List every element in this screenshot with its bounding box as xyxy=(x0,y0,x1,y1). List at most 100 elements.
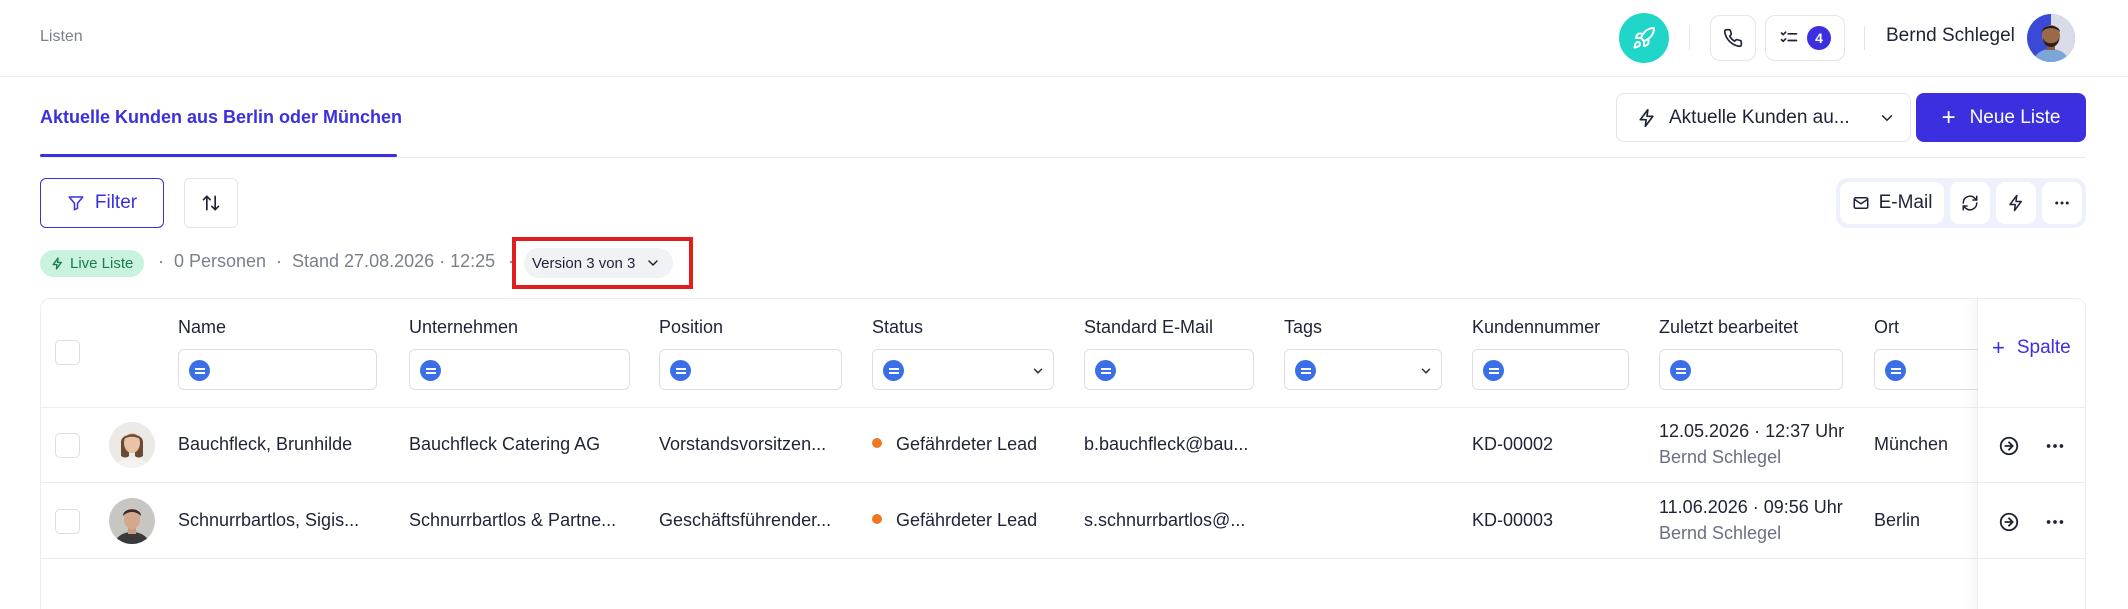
row-checkbox[interactable] xyxy=(55,433,80,458)
highlight-box xyxy=(512,237,693,289)
list-select-dropdown[interactable]: Aktuelle Kunden au... xyxy=(1616,93,1911,142)
refresh-button[interactable] xyxy=(1950,182,1990,224)
sort-button[interactable] xyxy=(184,178,238,228)
cell-customer-number: KD-00002 xyxy=(1472,434,1554,454)
filter-email-input[interactable] xyxy=(1084,349,1254,390)
sort-arrows-icon xyxy=(202,195,220,211)
action-group: E-Mail xyxy=(1836,178,2086,228)
bolt-icon xyxy=(52,257,62,270)
equals-icon xyxy=(670,360,691,381)
live-list-badge: Live Liste xyxy=(40,250,145,277)
rocket-button[interactable] xyxy=(1619,13,1669,63)
row-more-icon[interactable] xyxy=(2044,435,2066,457)
user-name[interactable]: Bernd Schlegel xyxy=(1886,25,2015,47)
column-header-customer-number[interactable]: Kundennummer xyxy=(1472,317,1600,338)
email-label: E-Mail xyxy=(1878,192,1933,213)
list-select-label: Aktuelle Kunden au... xyxy=(1669,106,1850,128)
filter-city-input[interactable] xyxy=(1874,349,1994,390)
filter-customer-number-input[interactable] xyxy=(1472,349,1629,390)
row-checkbox[interactable] xyxy=(55,509,80,534)
persons-count: 0 Personen xyxy=(174,251,267,271)
cell-last-edited-by: Bernd Schlegel xyxy=(1659,447,1782,467)
filter-company-input[interactable] xyxy=(409,349,630,390)
status-dot xyxy=(872,438,882,449)
column-header-last-edited[interactable]: Zuletzt bearbeitet xyxy=(1659,317,1798,338)
equals-icon xyxy=(883,360,904,381)
add-column-label: Spalte xyxy=(2016,337,2071,358)
chevron-down-icon xyxy=(1881,115,1893,122)
add-column-button[interactable]: + Spalte xyxy=(1992,337,2071,359)
sticky-actions-column: + Spalte xyxy=(1977,299,2085,609)
plus-icon: + xyxy=(1992,335,2005,360)
checklist-icon xyxy=(1780,31,1798,43)
cell-status: Gefährdeter Lead xyxy=(872,434,1037,455)
breadcrumb[interactable]: Listen xyxy=(40,28,83,46)
divider xyxy=(1689,26,1690,50)
status-dot xyxy=(872,514,882,525)
column-header-status[interactable]: Status xyxy=(872,317,923,338)
chevron-down-icon xyxy=(1421,368,1431,374)
cell-last-edited-by: Bernd Schlegel xyxy=(1659,523,1782,543)
top-bar: Listen 4 Bernd Schlegel xyxy=(0,0,2128,77)
divider xyxy=(1864,26,1865,50)
plus-icon: + xyxy=(1941,103,1956,131)
divider xyxy=(1978,407,2085,408)
filter-tags-select[interactable] xyxy=(1284,349,1442,390)
contact-avatar xyxy=(109,422,155,468)
bolt-icon xyxy=(1639,108,1654,127)
mail-icon xyxy=(1853,197,1869,209)
divider xyxy=(41,407,2085,408)
cell-status: Gefährdeter Lead xyxy=(872,510,1037,531)
customer-table: Name Unternehmen Position Status Standar… xyxy=(40,298,2086,609)
chevron-down-icon xyxy=(1033,368,1043,374)
tab-active-list[interactable]: Aktuelle Kunden aus Berlin oder München xyxy=(40,107,402,128)
tasks-button[interactable]: 4 xyxy=(1765,15,1845,61)
open-record-icon[interactable] xyxy=(1998,511,2020,533)
row-more-icon[interactable] xyxy=(2044,511,2066,533)
equals-icon xyxy=(1483,360,1504,381)
automation-button[interactable] xyxy=(1996,182,2036,224)
divider xyxy=(40,157,2086,158)
more-horizontal-icon xyxy=(2055,201,2069,205)
cell-city: München xyxy=(1874,434,1949,454)
filter-position-input[interactable] xyxy=(659,349,842,390)
live-list-label: Live Liste xyxy=(70,255,134,272)
equals-icon xyxy=(189,360,210,381)
filter-name-input[interactable] xyxy=(178,349,377,390)
more-button[interactable] xyxy=(2042,182,2082,224)
column-header-tags[interactable]: Tags xyxy=(1284,317,1322,338)
column-header-email[interactable]: Standard E-Mail xyxy=(1084,317,1213,338)
cell-email[interactable]: s.schnurrbartlos@... xyxy=(1084,510,1245,531)
rocket-icon xyxy=(1633,26,1655,49)
divider xyxy=(1978,558,2085,559)
column-header-company[interactable]: Unternehmen xyxy=(409,317,518,338)
cell-name[interactable]: Bauchfleck, Brunhilde xyxy=(178,434,352,455)
column-header-city[interactable]: Ort xyxy=(1874,317,1899,338)
filter-status-select[interactable] xyxy=(872,349,1054,390)
divider xyxy=(41,482,2085,483)
user-avatar[interactable] xyxy=(2027,14,2075,62)
filter-last-edited-input[interactable] xyxy=(1659,349,1843,390)
email-button[interactable]: E-Mail xyxy=(1840,182,1944,224)
cell-company: Bauchfleck Catering AG xyxy=(409,434,601,454)
cell-email[interactable]: b.bauchfleck@bau... xyxy=(1084,434,1248,455)
cell-company: Schnurrbartlos & Partne... xyxy=(409,510,617,530)
filter-button[interactable]: Filter xyxy=(40,178,164,228)
separator: · xyxy=(276,251,282,271)
cell-last-edited-date: 12.05.2026 · 12:37 Uhr xyxy=(1659,421,1845,441)
cell-position: Geschäftsführender... xyxy=(659,510,832,530)
equals-icon xyxy=(1670,360,1691,381)
cell-city: Berlin xyxy=(1874,510,1921,530)
divider xyxy=(41,558,2085,559)
cell-last-edited-date: 11.06.2026 · 09:56 Uhr xyxy=(1659,497,1843,517)
open-record-icon[interactable] xyxy=(1998,435,2020,457)
column-header-position[interactable]: Position xyxy=(659,317,723,338)
cell-name[interactable]: Schnurrbartlos, Sigis... xyxy=(178,510,359,531)
divider xyxy=(1978,482,2085,483)
column-header-name[interactable]: Name xyxy=(178,317,226,338)
new-list-button[interactable]: + Neue Liste xyxy=(1916,93,2086,142)
equals-icon xyxy=(1295,360,1316,381)
select-all-checkbox[interactable] xyxy=(55,340,80,365)
phone-button[interactable] xyxy=(1710,15,1756,61)
contact-avatar xyxy=(109,498,155,544)
